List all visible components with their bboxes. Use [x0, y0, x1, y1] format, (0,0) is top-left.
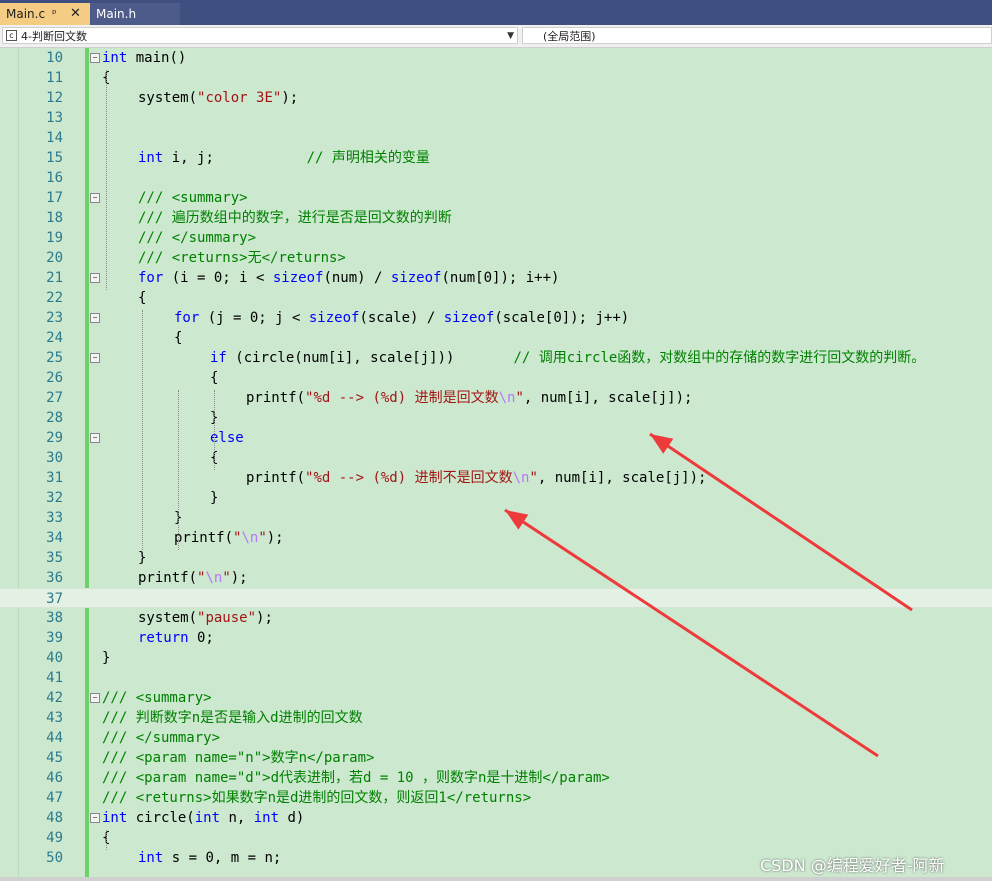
tab-label: Main.h	[96, 7, 137, 21]
navigation-bar: c 4-判断回文数 ▼ (全局范围)	[0, 25, 992, 48]
code-editor[interactable]: 10− int main() 11{12 system("color 3E"); 13 1…	[0, 48, 992, 881]
arrow-head	[650, 434, 674, 454]
watermark: CSDN @编程爱好者-阿新	[760, 856, 945, 875]
tab-main-c[interactable]: Main.c ᵖ ✕	[0, 3, 90, 25]
project-file-icon: c	[6, 30, 17, 41]
close-icon[interactable]: ✕	[70, 3, 81, 25]
project-label: 4-判断回文数	[21, 30, 87, 43]
pin-icon[interactable]: ᵖ	[52, 3, 57, 25]
status-bar	[0, 877, 992, 881]
chevron-down-icon: ▼	[507, 31, 514, 41]
scope-label: (全局范围)	[543, 30, 596, 43]
project-dropdown[interactable]: c 4-判断回文数 ▼	[2, 27, 518, 44]
scope-dropdown[interactable]: (全局范围)	[522, 27, 992, 44]
arrow-shaft	[504, 508, 879, 758]
tab-main-h[interactable]: Main.h	[90, 3, 180, 25]
annotation-arrows	[504, 432, 913, 758]
tab-label: Main.c	[6, 7, 46, 21]
arrow-head	[505, 510, 529, 530]
document-tab-bar: Main.c ᵖ ✕ Main.h	[0, 0, 992, 25]
arrow-shaft	[649, 432, 913, 612]
